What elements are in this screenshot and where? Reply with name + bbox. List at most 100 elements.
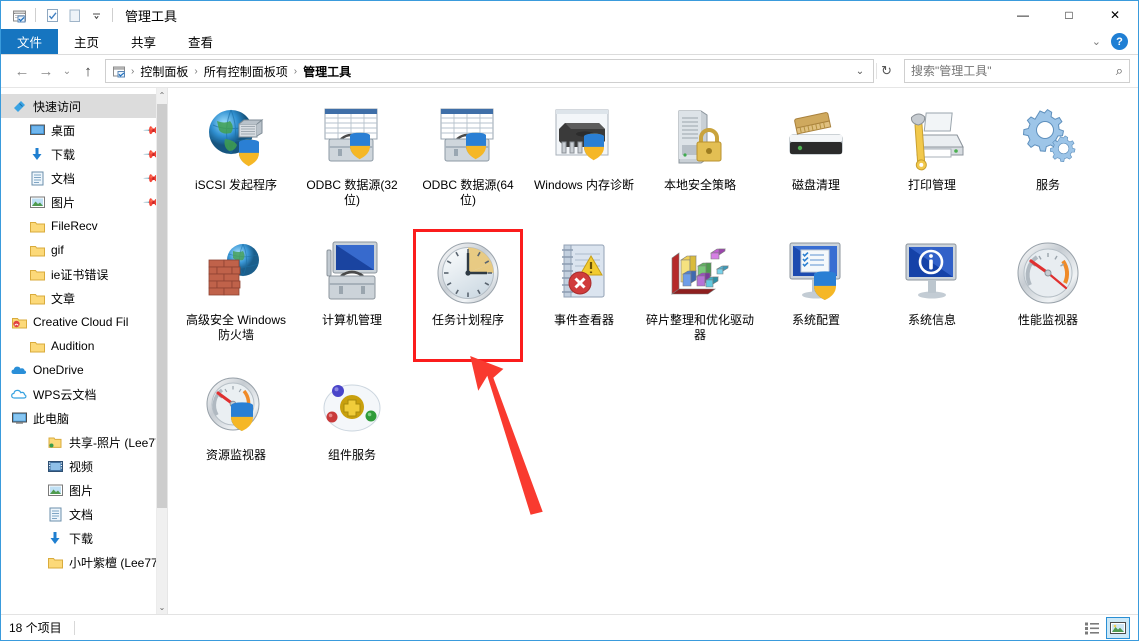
sidebar-item-label: Creative Cloud Fil [33, 315, 129, 329]
sidebar-item-this-pc[interactable]: 此电脑 [1, 406, 167, 430]
sidebar-item-pictures-pc[interactable]: 图片 [1, 478, 167, 502]
sidebar-item-documents[interactable]: 文档 📌 [1, 166, 167, 190]
sidebar-item-creative-cloud-files[interactable]: Creative Cloud Fil [1, 310, 167, 334]
sidebar-item-articles[interactable]: 文章 [1, 286, 167, 310]
tab-home[interactable]: 主页 [58, 29, 115, 54]
large-icons-view-icon[interactable] [1106, 616, 1130, 639]
scroll-up-icon[interactable]: ⌃ [157, 88, 167, 102]
file-item-task-scheduler[interactable]: 任务计划程序 [410, 229, 526, 366]
print-management-icon [897, 102, 967, 174]
sidebar-item-documents-pc[interactable]: 文档 [1, 502, 167, 526]
file-item-label: 磁盘清理 [791, 178, 840, 192]
chevron-down-icon[interactable]: ⌄ [1092, 35, 1101, 48]
title-bar: 管理工具 — □ ✕ [1, 1, 1138, 29]
breadcrumb-separator-1: › [194, 65, 198, 77]
forward-button[interactable]: → [35, 60, 57, 82]
breadcrumb-item-2[interactable]: 管理工具 [300, 63, 354, 80]
component-services-icon [317, 372, 387, 444]
sidebar-item-shared-photos[interactable]: 共享-照片 (Lee77 [1, 430, 167, 454]
refresh-button[interactable]: ↻ [876, 63, 896, 79]
breadcrumb-dropdown-icon[interactable]: ⌄ [851, 66, 869, 77]
pictures-icon [29, 194, 45, 210]
search-input[interactable] [911, 64, 1116, 78]
tab-share[interactable]: 共享 [115, 29, 172, 54]
file-item-defragment[interactable]: 碎片整理和优化驱动器 [642, 231, 758, 366]
sidebar-item-label: 下载 [69, 531, 94, 546]
up-button[interactable]: ↑ [77, 60, 99, 82]
icon-grid: iSCSI 发起程序 ODBC 数据源(32 位) ODBC 数据源(64 位)… [178, 96, 1138, 501]
file-item-label: 组件服务 [327, 448, 376, 462]
folder-properties-icon[interactable] [9, 5, 29, 25]
navigation-pane: 快速访问 桌面 📌 下载 📌 文档 📌 图片 📌 FileRecv gif ie… [1, 88, 167, 614]
file-item-event-viewer[interactable]: 事件查看器 [526, 231, 642, 366]
sidebar-item-label: 图片 [69, 483, 94, 498]
documents-icon [47, 506, 63, 522]
details-view-icon[interactable] [1080, 617, 1104, 639]
sidebar-item-filerecv[interactable]: FileRecv [1, 214, 167, 238]
recent-locations-button[interactable]: ⌄ [59, 60, 75, 82]
search-box[interactable]: ⌕ [904, 59, 1130, 83]
folder-icon [47, 554, 63, 570]
file-item-performance-monitor[interactable]: 性能监视器 [990, 231, 1106, 366]
sidebar-scrollbar[interactable]: ⌃ ⌄ [156, 88, 167, 614]
file-item-system-information[interactable]: 系统信息 [874, 231, 990, 366]
sidebar-item-wps-cloud[interactable]: WPS云文档 [1, 382, 167, 406]
back-button[interactable]: ← [11, 60, 33, 82]
sidebar-item-videos[interactable]: 视频 [1, 454, 167, 478]
minimize-button[interactable]: — [1000, 1, 1046, 29]
sidebar-item-downloads[interactable]: 下载 📌 [1, 142, 167, 166]
sidebar-item-label: 下载 [51, 147, 76, 162]
computer-management-icon [317, 237, 387, 309]
sidebar-item-xiaoye-zitan[interactable]: 小叶紫檀 (Lee77 [1, 550, 167, 574]
file-item-print-management[interactable]: 打印管理 [874, 96, 990, 231]
breadcrumb[interactable]: › 控制面板 › 所有控制面板项 › 管理工具 ⌄ [105, 59, 875, 83]
breadcrumb-item-0[interactable]: 控制面板 [137, 63, 191, 80]
sidebar-item-gif[interactable]: gif [1, 238, 167, 262]
file-item-memory-diagnostic[interactable]: Windows 内存诊断 [526, 96, 642, 231]
scroll-down-icon[interactable]: ⌄ [157, 600, 167, 614]
file-item-label: ODBC 数据源(32 位) [306, 178, 398, 207]
file-item-computer-management[interactable]: 计算机管理 [294, 231, 410, 366]
sidebar-item-quick-access[interactable]: 快速访问 [1, 94, 167, 118]
close-button[interactable]: ✕ [1092, 1, 1138, 29]
scrollbar-thumb[interactable] [157, 104, 167, 508]
new-folder-icon[interactable] [64, 5, 84, 25]
file-item-odbc-32[interactable]: ODBC 数据源(32 位) [294, 96, 410, 231]
file-item-local-security-policy[interactable]: 本地安全策略 [642, 96, 758, 231]
folder-icon [29, 290, 45, 306]
sidebar-item-label: 图片 [51, 195, 76, 210]
performance-monitor-icon [1013, 237, 1083, 309]
breadcrumb-separator-2: › [293, 65, 298, 77]
breadcrumb-item-1[interactable]: 所有控制面板项 [201, 63, 291, 80]
sidebar-item-label: OneDrive [33, 363, 84, 377]
view-buttons [1080, 616, 1130, 639]
qat-dropdown-icon[interactable] [86, 5, 106, 25]
file-item-system-configuration[interactable]: 系统配置 [758, 231, 874, 366]
shared-folder-icon [47, 434, 63, 450]
maximize-button[interactable]: □ [1046, 1, 1092, 29]
qat-separator-1 [35, 8, 36, 22]
checklist-icon[interactable] [42, 5, 62, 25]
breadcrumb-separator-0: › [131, 65, 135, 77]
ribbon-tabs: 文件 主页 共享 查看 ⌄ ? [1, 29, 1138, 55]
qat-separator-2 [112, 8, 113, 22]
tab-view[interactable]: 查看 [172, 29, 229, 54]
file-item-services[interactable]: 服务 [990, 96, 1106, 231]
file-item-windows-firewall[interactable]: 高级安全 Windows 防火墙 [178, 231, 294, 366]
sidebar-item-pictures[interactable]: 图片 📌 [1, 190, 167, 214]
tab-file[interactable]: 文件 [1, 29, 59, 54]
file-item-disk-cleanup[interactable]: 磁盘清理 [758, 96, 874, 231]
sidebar-item-downloads-pc[interactable]: 下载 [1, 526, 167, 550]
sidebar-item-audition[interactable]: Audition [1, 334, 167, 358]
sidebar-item-onedrive[interactable]: OneDrive [1, 358, 167, 382]
sidebar-item-desktop[interactable]: 桌面 📌 [1, 118, 167, 142]
file-item-odbc-64[interactable]: ODBC 数据源(64 位) [410, 96, 526, 231]
file-item-resource-monitor[interactable]: 资源监视器 [178, 366, 294, 501]
help-button[interactable]: ? [1111, 33, 1128, 50]
file-item-component-services[interactable]: 组件服务 [294, 366, 410, 501]
sidebar-item-ie-cert-error[interactable]: ie证书错误 [1, 262, 167, 286]
onedrive-icon [11, 362, 27, 378]
search-icon[interactable]: ⌕ [1116, 63, 1123, 79]
file-item-iscsi-initiator[interactable]: iSCSI 发起程序 [178, 96, 294, 231]
sidebar-item-label: Audition [51, 339, 95, 353]
